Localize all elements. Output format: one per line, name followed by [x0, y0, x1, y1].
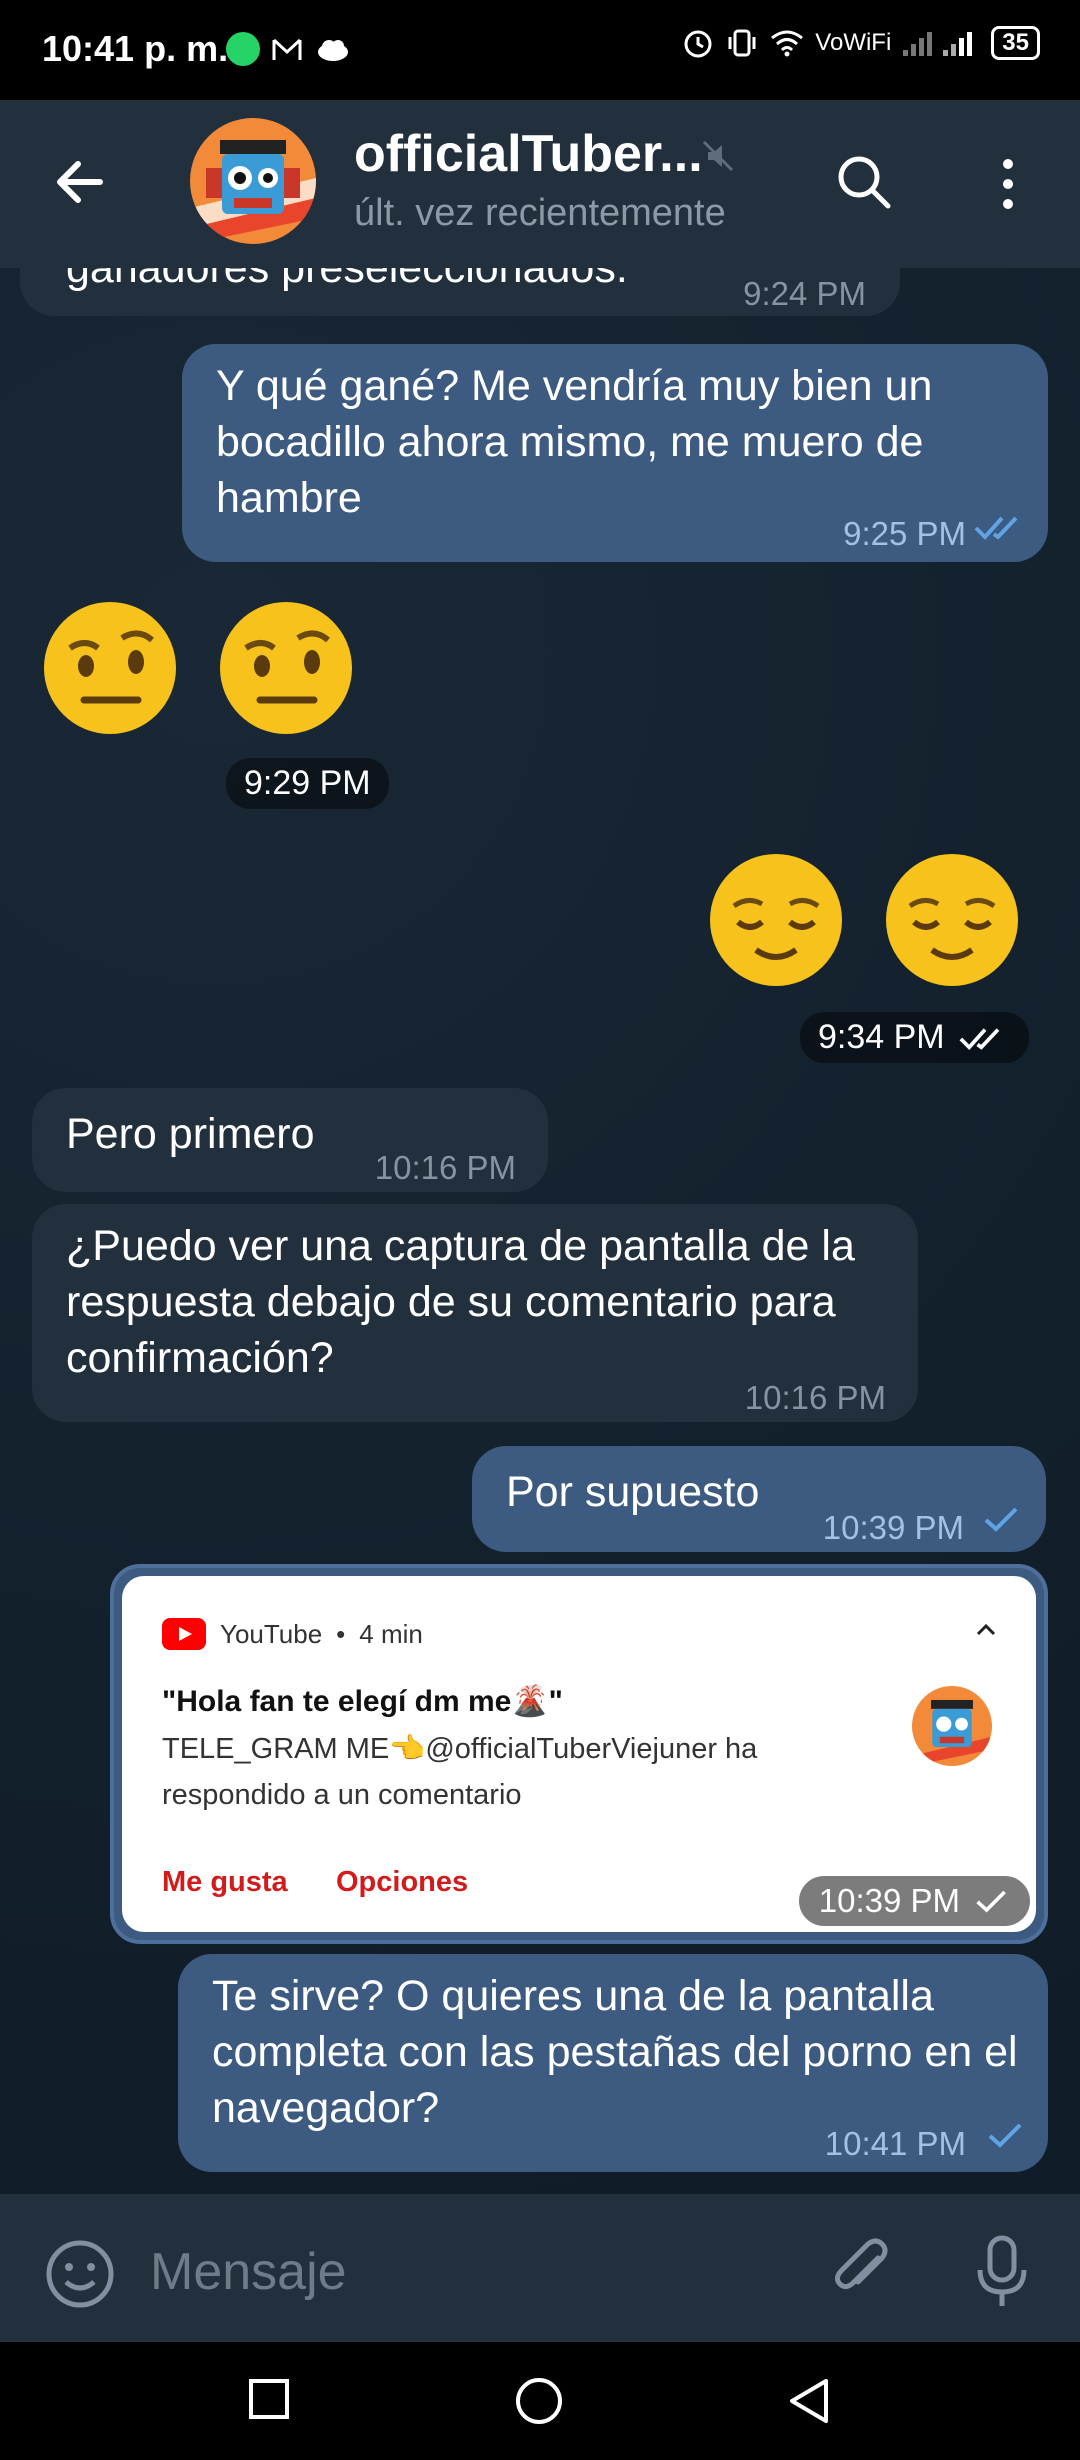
relieved-face-emoji: [882, 850, 1022, 990]
message-time: 10:16 PM: [374, 1149, 516, 1186]
message-text: Pero primero: [66, 1110, 315, 1158]
check-icon: [976, 1890, 1006, 1913]
chat-header: officialTuber... últ. vez recientemente: [0, 100, 1080, 268]
raised-eyebrow-emoji: [40, 598, 180, 738]
message-text: Por supuesto: [506, 1468, 760, 1516]
notification-separator: •: [336, 1618, 346, 1649]
network-label: VoWiFi: [815, 29, 892, 56]
check-icon: [984, 1507, 1018, 1532]
message-time: 10:16 PM: [744, 1379, 886, 1416]
vibrate-icon: [728, 29, 756, 57]
more-vert-icon[interactable]: [996, 156, 1020, 212]
message-time: 9:25 PM: [843, 515, 966, 552]
notification-app-name: YouTube: [220, 1618, 323, 1649]
status-bar: 10:41 p. m. VoWiFi 35: [0, 0, 1080, 100]
message-incoming[interactable]: Pero primero 10:16 PM: [32, 1088, 548, 1192]
wifi-icon: [771, 30, 804, 57]
search-icon[interactable]: [834, 152, 894, 212]
status-system-icons: VoWiFi 35: [681, 26, 1040, 60]
message-time: 9:29 PM: [226, 758, 389, 809]
check-icon: [988, 2123, 1022, 2148]
back-arrow-icon[interactable]: [50, 152, 110, 212]
youtube-icon: [162, 1618, 206, 1650]
message-text: Te sirve? O quieres una de la pantalla c…: [212, 1972, 1018, 2132]
gmail-icon: [272, 38, 302, 60]
notification-title: "Hola fan te elegí dm me🌋": [162, 1685, 563, 1718]
relieved-face-emoji: [706, 850, 846, 990]
message-time: 9:24 PM: [743, 275, 866, 312]
emoji-icon[interactable]: [44, 2238, 116, 2310]
emoji-message-outgoing[interactable]: [706, 850, 1036, 1010]
nav-recents-icon[interactable]: [246, 2376, 292, 2422]
status-time: 10:41 p. m.: [42, 28, 229, 69]
chevron-up-icon: [976, 1623, 996, 1636]
notification-age: 4 min: [359, 1618, 423, 1649]
message-outgoing[interactable]: Por supuesto 10:39 PM: [472, 1446, 1046, 1552]
nav-home-icon[interactable]: [514, 2376, 564, 2426]
message-incoming[interactable]: ganadores preseleccionados. 9:24 PM: [20, 268, 900, 316]
image-message-outgoing[interactable]: YouTube • 4 min "Hola fan te elegí dm me…: [110, 1564, 1048, 1944]
alarm-icon: [684, 30, 712, 58]
attach-icon[interactable]: [828, 2234, 898, 2304]
raised-eyebrow-emoji: [216, 598, 356, 738]
notification-header: YouTube • 4 min: [162, 1618, 423, 1650]
message-text: ganadores preseleccionados.: [66, 268, 628, 292]
double-check-icon: [959, 1027, 999, 1050]
whatsapp-icon: [226, 32, 260, 66]
message-list[interactable]: ganadores preseleccionados. 9:24 PM Y qu…: [0, 268, 1080, 2194]
message-time: 10:39 PM: [818, 1882, 960, 1919]
message-time-chip: 10:39 PM: [798, 1876, 1030, 1926]
notification-body: TELE_GRAM ME👈@officialTuberViejuner ha r…: [162, 1733, 758, 1811]
nav-back-icon[interactable]: [786, 2376, 832, 2426]
mic-icon[interactable]: [972, 2234, 1032, 2308]
message-incoming[interactable]: ¿Puedo ver una captura de pantalla de la…: [32, 1204, 918, 1422]
message-time-chip: 9:34 PM: [800, 1012, 1029, 1063]
message-outgoing[interactable]: Y qué gané? Me vendría muy bien un bocad…: [182, 344, 1048, 562]
double-check-icon: [974, 516, 1018, 540]
robot-avatar-image: [190, 118, 316, 244]
telegram-chat-screen: 10:41 p. m. VoWiFi 35 officialTuber... ú…: [0, 0, 1080, 2460]
mute-icon: [702, 140, 734, 172]
message-input[interactable]: Mensaje: [150, 2242, 347, 2302]
battery-icon: 35: [991, 26, 1040, 60]
message-time: 10:39 PM: [822, 1509, 964, 1546]
notification-action-like: Me gusta: [162, 1866, 288, 1898]
message-text: ¿Puedo ver una captura de pantalla de la…: [66, 1222, 855, 1382]
notification-avatar: [912, 1686, 992, 1766]
cloud-icon: [318, 40, 348, 61]
message-text: Y qué gané? Me vendría muy bien un bocad…: [216, 362, 933, 522]
chat-last-seen: últ. vez recientemente: [354, 192, 726, 234]
signal-icon: [903, 32, 973, 56]
status-notification-icons: [226, 32, 352, 66]
avatar[interactable]: [190, 118, 316, 244]
notification-action-options: Opciones: [336, 1866, 469, 1898]
message-time: 10:41 PM: [824, 2125, 966, 2162]
system-navigation-bar: [0, 2342, 1080, 2460]
message-composer: Mensaje: [0, 2194, 1080, 2342]
message-outgoing[interactable]: Te sirve? O quieres una de la pantalla c…: [178, 1954, 1048, 2172]
chat-title[interactable]: officialTuber...: [354, 124, 703, 184]
message-time: 9:34 PM: [818, 1018, 945, 1056]
